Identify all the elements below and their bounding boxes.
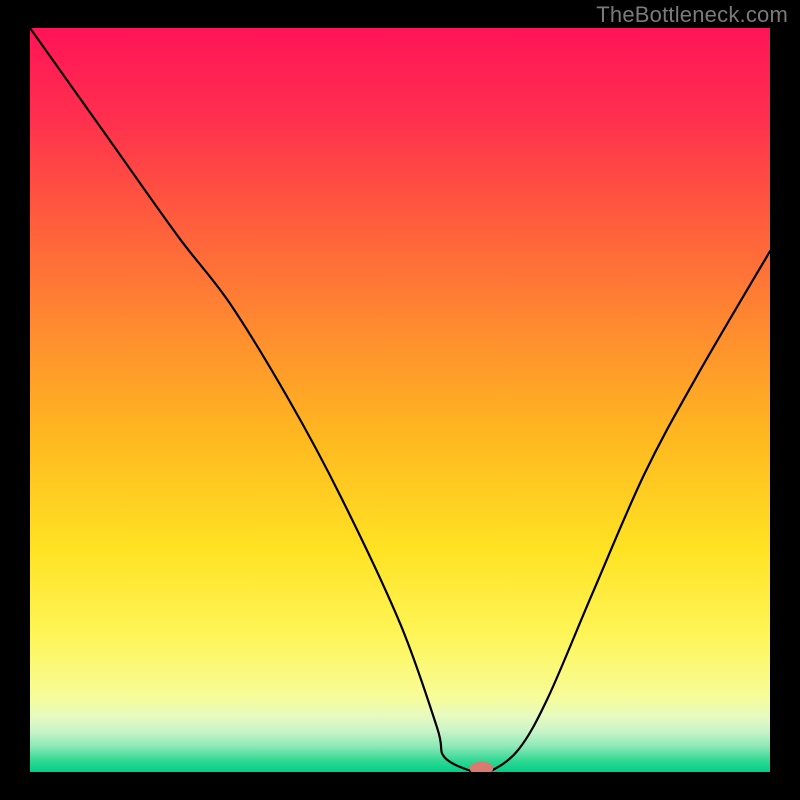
chart-svg bbox=[30, 28, 770, 772]
plot-area bbox=[30, 28, 770, 772]
gradient-rect bbox=[30, 28, 770, 772]
watermark-text: TheBottleneck.com bbox=[596, 2, 788, 28]
chart-frame: TheBottleneck.com bbox=[0, 0, 800, 800]
